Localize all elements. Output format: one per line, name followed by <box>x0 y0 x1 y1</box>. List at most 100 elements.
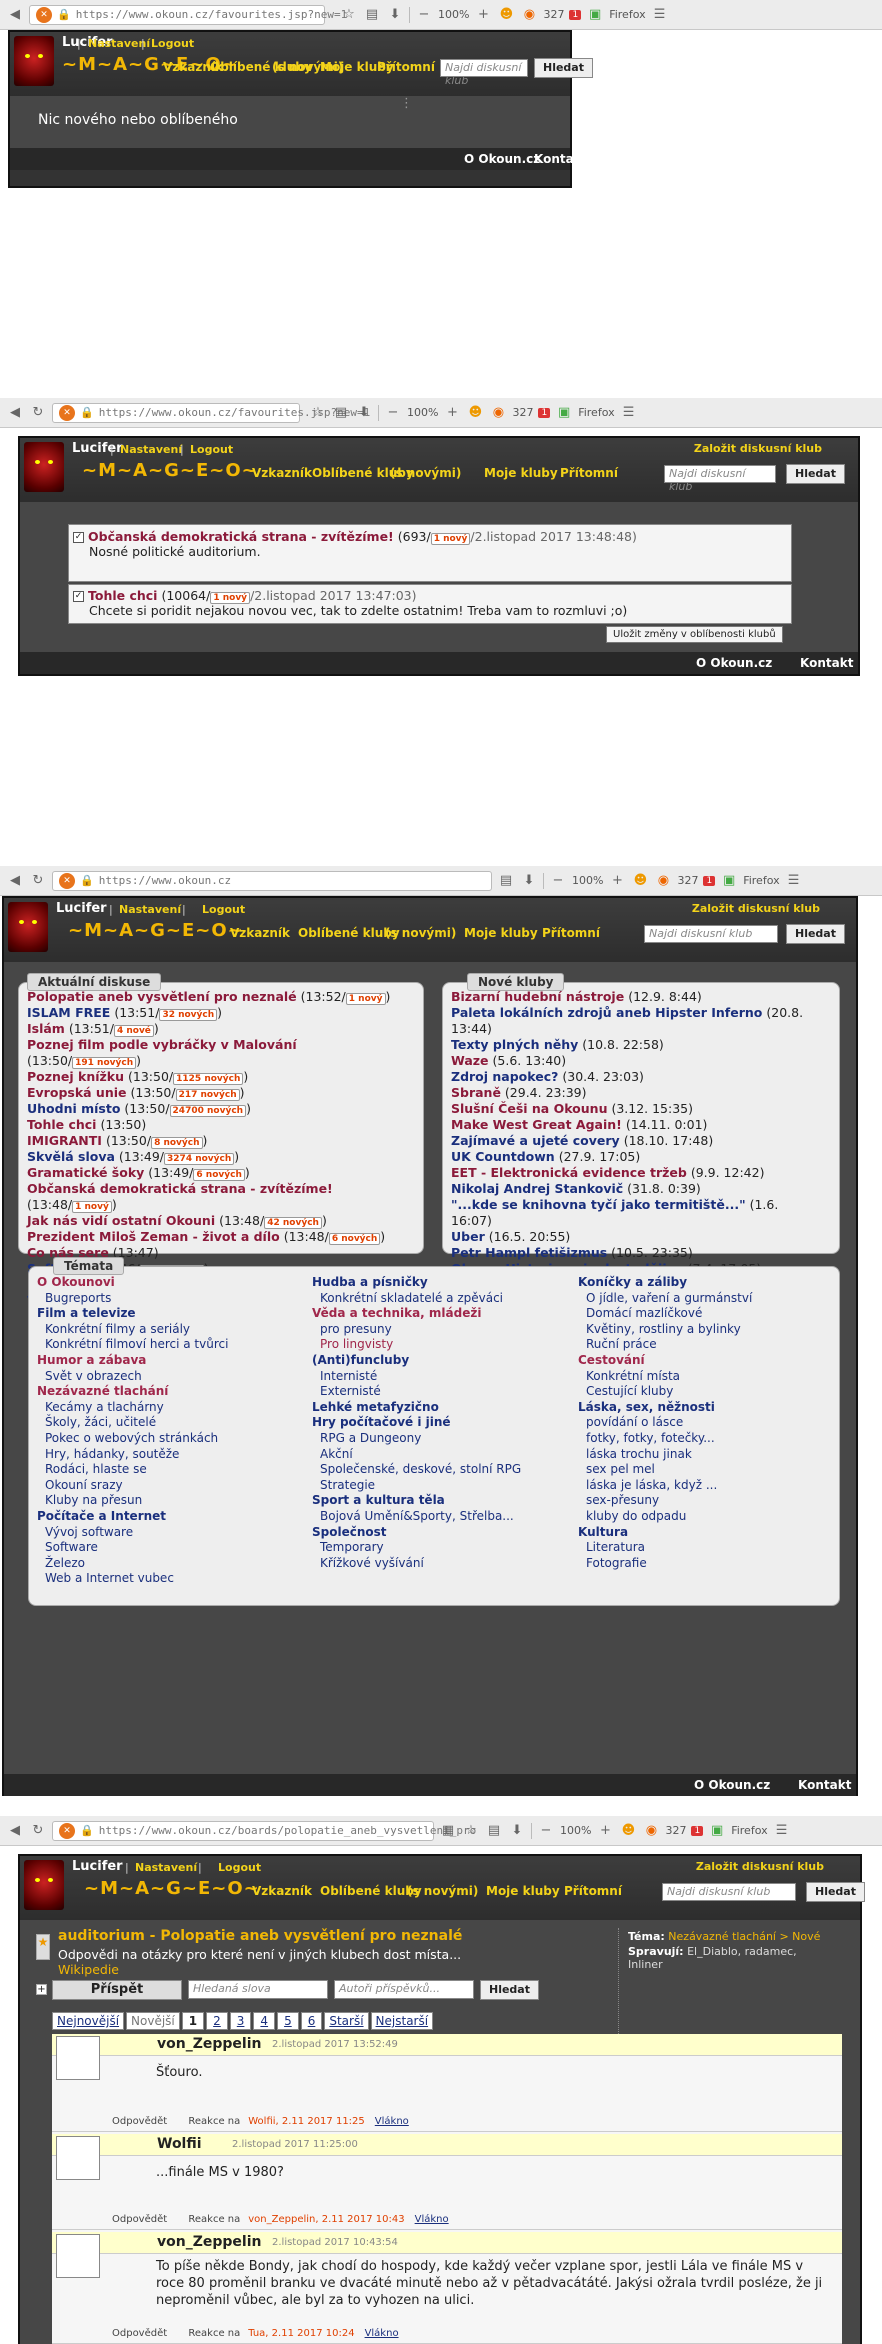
admin-list[interactable]: El_Diablo, radamec, <box>687 1945 797 1958</box>
new-count-badge[interactable]: 6 nových <box>193 1169 245 1181</box>
zoom-out-icon[interactable]: − <box>384 404 402 422</box>
topic-sub-link[interactable]: Kecámy a tlachárny <box>37 1400 228 1416</box>
nav-vzkaznik[interactable]: Vzkazník <box>252 1884 312 1898</box>
url-bar[interactable]: ✕ 🔒 https://www.okoun.cz/boards/polopati… <box>52 1820 476 1841</box>
footer-contact-link[interactable]: Kontakt <box>534 152 587 166</box>
download-icon[interactable]: ⬇ <box>386 6 404 24</box>
club-link[interactable]: Petr Hampl fetišizmus <box>451 1245 607 1260</box>
reload-icon[interactable]: ↻ <box>29 404 47 422</box>
topic-heading-link[interactable]: Počítače a Internet <box>37 1509 228 1525</box>
star-icon[interactable]: ☆ <box>309 404 327 422</box>
notification-badge[interactable]: 1 <box>703 875 716 886</box>
club-link[interactable]: Evropská unie <box>27 1085 127 1100</box>
topic-sub-link[interactable]: Fotografie <box>578 1556 752 1572</box>
club-link[interactable]: Zajímavé a ujeté covery <box>451 1133 620 1148</box>
club-search-input[interactable]: Najdi diskusní klub <box>662 1883 796 1901</box>
board-wiki-link[interactable]: Wikipedie <box>58 1962 618 1977</box>
topic-heading-link[interactable]: (Anti)funcluby <box>312 1353 521 1369</box>
settings-link[interactable]: Nastavení <box>135 1861 197 1874</box>
nav-my-clubs[interactable]: Moje kluby <box>484 466 558 480</box>
club-link[interactable]: Poznej knížku <box>27 1069 124 1084</box>
topic-sub-link[interactable]: Konkrétní místa <box>578 1369 752 1385</box>
topic-sub-link[interactable]: Školy, žáci, učitelé <box>37 1415 228 1431</box>
found-club-link[interactable]: Založit diskusní klub <box>692 902 820 915</box>
topic-sub-link[interactable]: Web a Internet vubec <box>37 1571 228 1587</box>
board-title[interactable]: Polopatie aneb vysvětlení pro neznalé <box>160 1928 462 1944</box>
footer-about-link[interactable]: O Okoun.cz <box>696 656 772 670</box>
topic-value[interactable]: Nezávazné tlachání > Nové <box>668 1930 820 1943</box>
site-logo[interactable]: ~M~A~G~E~O~ <box>68 920 244 941</box>
admin-extra[interactable]: Inliner <box>628 1958 858 1971</box>
emoji-icon[interactable]: ☻ <box>466 404 484 422</box>
post-author[interactable]: von_Zeppelin <box>157 2036 261 2052</box>
club-link[interactable]: Skvělá slova <box>27 1149 115 1164</box>
logout-link[interactable]: Logout <box>202 903 245 916</box>
reader-icon[interactable]: ▦ <box>439 1822 457 1840</box>
topic-sub-link[interactable]: Železo <box>37 1556 228 1572</box>
club-link[interactable]: Islám <box>27 1021 65 1036</box>
topic-sub-link[interactable]: Pro lingvisty <box>312 1337 521 1353</box>
nav-with-new[interactable]: (s novými) <box>385 926 456 940</box>
topic-heading-link[interactable]: Lehké metafyzično <box>312 1400 521 1416</box>
expand-icon[interactable]: + <box>36 1984 47 1995</box>
topic-heading-link[interactable]: Koníčky a záliby <box>578 1275 752 1291</box>
zoom-level[interactable]: 100% <box>560 1824 591 1837</box>
site-logo[interactable]: ~M~A~G~E~O~ <box>82 460 258 481</box>
library-icon[interactable]: ▤ <box>485 1822 503 1840</box>
topic-heading-link[interactable]: Humor a zábava <box>37 1353 228 1369</box>
topic-heading-link[interactable]: Kultura <box>578 1525 752 1541</box>
topic-sub-link[interactable]: Cestující kluby <box>578 1384 752 1400</box>
favourite-checkbox[interactable]: ✓ <box>73 532 84 543</box>
post-author[interactable]: Wolfii <box>157 2136 202 2152</box>
chat-icon[interactable]: ▣ <box>720 872 738 890</box>
topic-heading-link[interactable]: Věda a technika, mládeži <box>312 1306 521 1322</box>
club-link[interactable]: ISLAM FREE <box>27 1005 110 1020</box>
zoom-in-icon[interactable]: + <box>596 1822 614 1840</box>
zoom-in-icon[interactable]: + <box>474 6 492 24</box>
club-link[interactable]: Občanská demokratická strana - zvítězíme… <box>88 529 394 544</box>
back-icon[interactable]: ◀ <box>6 872 24 890</box>
post-date[interactable]: 2.listopad 2017 13:52:49 <box>272 2039 398 2050</box>
notification-badge[interactable]: 1 <box>569 9 582 20</box>
club-link[interactable]: Tohle chci <box>27 1117 96 1132</box>
club-search-input[interactable]: Najdi diskusní klub <box>440 59 528 87</box>
club-link[interactable]: Jak nás vidí ostatní Okouni <box>27 1213 215 1228</box>
topic-sub-link[interactable]: Bugreports <box>37 1291 228 1307</box>
topic-sub-link[interactable]: Vývoj software <box>37 1525 228 1541</box>
topic-sub-link[interactable]: Internisté <box>312 1369 521 1385</box>
post-button[interactable]: Příspět <box>52 1980 182 2000</box>
topic-sub-link[interactable]: kluby do odpadu <box>578 1509 752 1525</box>
rss-icon[interactable]: ◉ <box>489 404 507 422</box>
emoji-icon[interactable]: ☻ <box>619 1822 637 1840</box>
favourite-star-icon[interactable]: ★ <box>36 1934 50 1960</box>
topic-sub-link[interactable]: Rodáci, hlaste se <box>37 1462 228 1478</box>
nav-my-clubs[interactable]: Moje kluby <box>464 926 538 940</box>
new-count-badge[interactable]: 1 nový <box>430 533 471 545</box>
zoom-out-icon[interactable]: − <box>537 1822 555 1840</box>
club-link[interactable]: UK Countdown <box>451 1149 555 1164</box>
nav-present[interactable]: Přítomní <box>542 926 600 940</box>
footer-contact-link[interactable]: Kontakt <box>798 1778 851 1792</box>
topic-sub-link[interactable]: Okouní srazy <box>37 1478 228 1494</box>
thread-link[interactable]: Vláknο <box>415 2214 449 2225</box>
nav-present[interactable]: Přítomní <box>564 1884 622 1898</box>
zoom-level[interactable]: 100% <box>438 8 469 21</box>
new-count-badge[interactable]: 217 nových <box>175 1089 240 1101</box>
emoji-icon[interactable]: ☻ <box>631 872 649 890</box>
topic-sub-link[interactable]: pro presuny <box>312 1322 521 1338</box>
emoji-icon[interactable]: ☻ <box>497 6 515 24</box>
notification-badge[interactable]: 1 <box>691 1825 704 1836</box>
logout-link[interactable]: Logout <box>218 1861 261 1874</box>
rss-icon[interactable]: ◉ <box>520 6 538 24</box>
topic-sub-link[interactable]: O jídle, vaření a gurmánství <box>578 1291 752 1307</box>
star-icon[interactable]: ☆ <box>340 6 358 24</box>
topic-sub-link[interactable]: Konkrétní skladatelé a zpěváci <box>312 1291 521 1307</box>
topic-sub-link[interactable]: Společenské, deskové, stolní RPG <box>312 1462 521 1478</box>
chat-icon[interactable]: ▣ <box>708 1822 726 1840</box>
post-search-button[interactable]: Hledat <box>480 1980 539 2000</box>
topic-sub-link[interactable]: Literatura <box>578 1540 752 1556</box>
club-link[interactable]: EET - Elektronická evidence tržeb <box>451 1165 687 1180</box>
chat-icon[interactable]: ▣ <box>586 6 604 24</box>
club-link[interactable]: Bizarní hudební nástroje <box>451 989 624 1004</box>
post-author[interactable]: von_Zeppelin <box>157 2234 261 2250</box>
